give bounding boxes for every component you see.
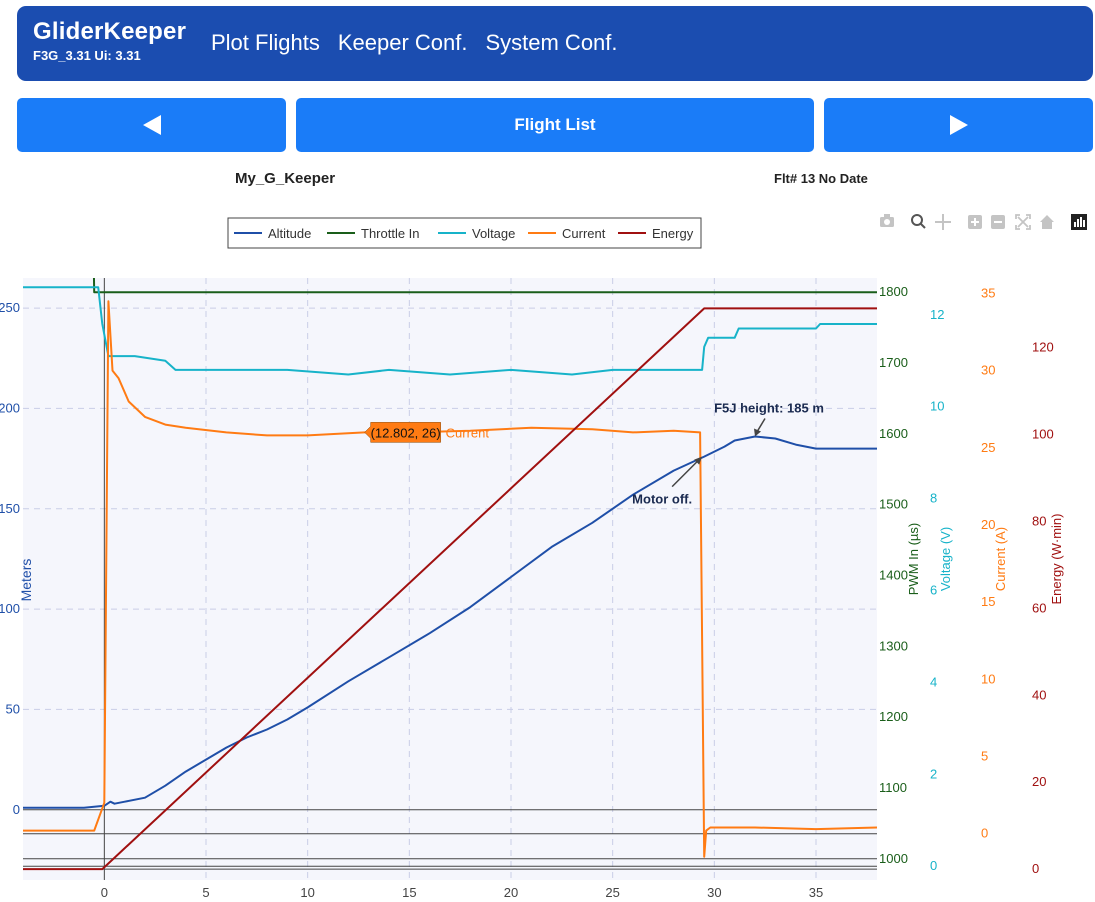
y3-tick-label: 4 (930, 674, 937, 689)
y5-tick-label: 80 (1032, 513, 1046, 528)
y2-tick-label: 1800 (879, 284, 908, 299)
legend-label: Throttle In (361, 226, 420, 241)
y4-tick-label: 10 (981, 671, 995, 686)
chart-legend[interactable]: Altitude Throttle In Voltage Current Energy (227, 217, 702, 249)
plot-background (23, 278, 877, 880)
hover-tooltip-series: Current (446, 425, 490, 440)
keeper-name: My_G_Keeper (235, 170, 336, 187)
y4-tick-label: 25 (981, 440, 995, 455)
legend-label: Voltage (472, 226, 515, 241)
plotly-logo-icon[interactable] (1071, 214, 1087, 230)
y5-tick-label: 60 (1032, 600, 1046, 615)
y2-tick-label: 1200 (879, 709, 908, 724)
nav-system-conf[interactable]: System Conf. (485, 30, 617, 56)
y1-tick-label: 50 (6, 701, 20, 716)
y3-tick-label: 6 (930, 582, 937, 597)
y3-axis-title: Voltage (V) (938, 527, 953, 591)
y3-tick-label: 10 (930, 399, 944, 414)
y5-tick-label: 0 (1032, 861, 1039, 876)
y2-tick-label: 1400 (879, 567, 908, 582)
flight-info: Flt# 13 No Date (774, 171, 868, 186)
annotation-motor-off: Motor off. (632, 492, 692, 507)
y2-tick-label: 1700 (879, 355, 908, 370)
y1-tick-label: 250 (0, 300, 20, 315)
y4-tick-label: 35 (981, 285, 995, 300)
x-tick-label: 25 (605, 885, 619, 900)
legend-label: Energy (652, 226, 694, 241)
y3-tick-label: 0 (930, 858, 937, 873)
x-tick-label: 5 (202, 885, 209, 900)
y3-tick-label: 8 (930, 491, 937, 506)
nav-links: Plot Flights Keeper Conf. System Conf. (211, 30, 636, 56)
y4-tick-label: 0 (981, 826, 988, 841)
y1-tick-label: 0 (13, 802, 20, 817)
x-tick-label: 15 (402, 885, 416, 900)
y4-tick-label: 30 (981, 363, 995, 378)
navbar: GliderKeeper F3G_3.31 Ui: 3.31 Plot Flig… (17, 6, 1093, 81)
previous-flight-button[interactable] (17, 98, 286, 152)
modebar (880, 214, 1087, 230)
pan-icon[interactable] (935, 214, 951, 230)
y1-tick-label: 150 (0, 501, 20, 516)
triangle-left-icon (142, 115, 161, 135)
brand-title[interactable]: GliderKeeper (33, 18, 186, 46)
y3-tick-label: 12 (930, 307, 944, 322)
y5-tick-label: 20 (1032, 774, 1046, 789)
x-tick-label: 20 (504, 885, 518, 900)
version-label: F3G_3.31 Ui: 3.31 (33, 48, 141, 63)
zoom-out-icon[interactable] (991, 215, 1005, 229)
x-tick-label: 35 (809, 885, 823, 900)
triangle-right-icon (949, 115, 968, 135)
y5-tick-label: 100 (1032, 426, 1054, 441)
legend-label: Altitude (268, 226, 311, 241)
y2-tick-label: 1600 (879, 426, 908, 441)
camera-icon[interactable] (880, 214, 894, 227)
y5-tick-label: 40 (1032, 687, 1046, 702)
hover-tooltip-value: (12.802, 26) (371, 425, 441, 440)
flight-chart[interactable]: Altitude Throttle In Voltage Current Energy … (0, 200, 1095, 902)
next-flight-button[interactable] (824, 98, 1093, 152)
y2-tick-label: 1300 (879, 638, 908, 653)
y1-axis-title: Meters (18, 559, 34, 602)
y1-tick-label: 100 (0, 601, 20, 616)
y4-axis-title: Current (A) (993, 527, 1008, 591)
zoom-in-icon[interactable] (968, 215, 982, 229)
x-tick-label: 10 (300, 885, 314, 900)
brand[interactable]: GliderKeeper F3G_3.31 Ui: 3.31 (33, 18, 186, 63)
y3-tick-label: 2 (930, 766, 937, 781)
autoscale-icon[interactable] (1015, 214, 1031, 230)
y2-tick-label: 1100 (879, 780, 907, 795)
nav-plot-flights[interactable]: Plot Flights (211, 30, 320, 56)
hover-tooltip: (12.802, 26) Current (364, 422, 490, 443)
x-tick-label: 30 (707, 885, 721, 900)
annotation-f5j-height: F5J height: 185 m (714, 401, 824, 416)
y2-axis-title: PWM In (µs) (906, 523, 921, 595)
y5-tick-label: 120 (1032, 340, 1054, 355)
y1-tick-label: 200 (0, 400, 20, 415)
nav-keeper-conf[interactable]: Keeper Conf. (338, 30, 468, 56)
legend-label: Current (562, 226, 606, 241)
y5-axis-title: Energy (W·min) (1049, 513, 1064, 604)
x-tick-label: 0 (101, 885, 108, 900)
home-icon[interactable] (1040, 215, 1054, 229)
zoom-icon[interactable] (911, 214, 926, 229)
y2-tick-label: 1500 (879, 497, 908, 512)
flight-list-button[interactable]: Flight List (296, 98, 814, 152)
y4-tick-label: 15 (981, 594, 995, 609)
y2-tick-label: 1000 (879, 851, 908, 866)
y4-tick-label: 5 (981, 749, 988, 764)
